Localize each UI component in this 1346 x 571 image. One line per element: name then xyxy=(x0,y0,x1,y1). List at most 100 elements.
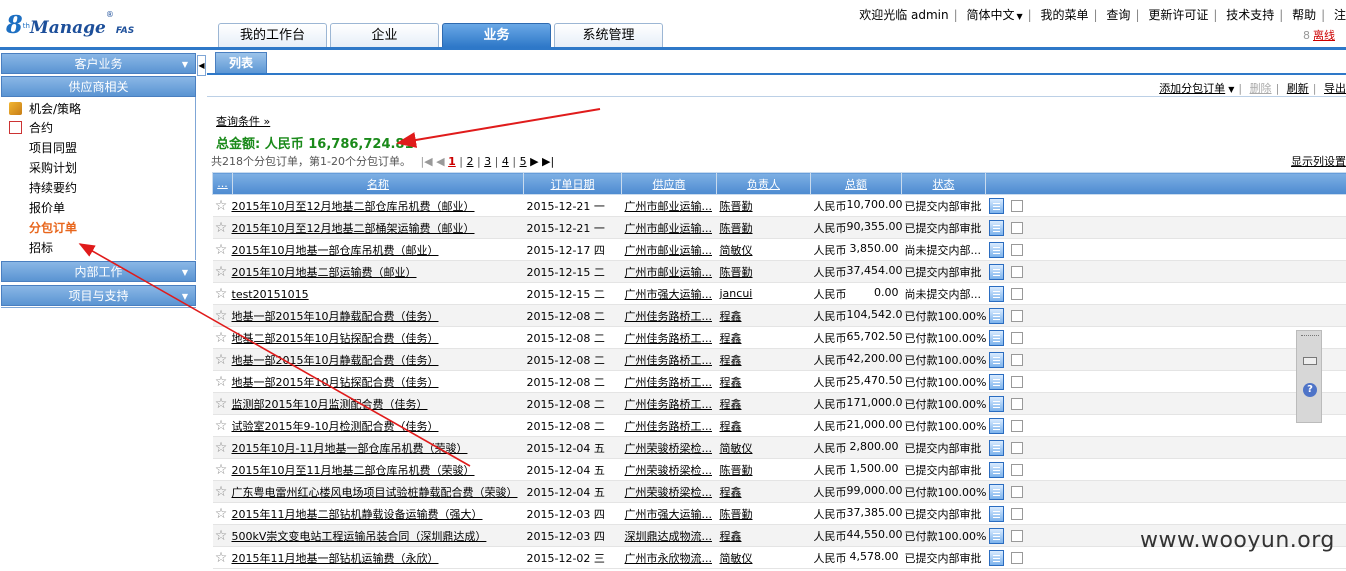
table-row[interactable]: ☆ 2015年10月至12月地基二部桶架运输费（邮业） 2015-12-21 一广州… xyxy=(212,216,1346,239)
row-checkbox[interactable] xyxy=(1010,199,1023,212)
order-name-link[interactable]: 2015年10月至11月地基二部仓库吊机费（荣骏） xyxy=(232,464,475,477)
owner-link[interactable]: 陈晋勤 xyxy=(716,194,811,217)
document-icon[interactable] xyxy=(988,549,1004,566)
sidebar-item-contract[interactable]: 合约 xyxy=(29,119,53,137)
table-row[interactable]: ☆ 2015年10月地基一部仓库吊机费（邮业） 2015-12-17 四广州市邮业运… xyxy=(212,238,1346,261)
supplier-link[interactable]: 广州佳务路桥工... xyxy=(621,348,717,371)
row-checkbox[interactable] xyxy=(1010,463,1023,476)
next-page-icon[interactable]: ▶ xyxy=(530,155,538,168)
chevron-down-icon[interactable]: ▼ xyxy=(1228,85,1234,94)
table-row[interactable]: ☆ 监测部2015年10月监测配合费（佳务） 2015-12-08 二广州佳务路桥工… xyxy=(212,392,1346,415)
document-icon[interactable] xyxy=(988,197,1004,214)
sidebar-item-quotation[interactable]: 报价单 xyxy=(29,199,65,217)
order-name-link[interactable]: 地基二部2015年10月钻探配合费（佳务） xyxy=(232,332,439,345)
supplier-link[interactable]: 广州荣骏桥梁检... xyxy=(621,458,717,481)
supplier-link[interactable]: 广州市邮业运输... xyxy=(621,238,717,261)
sidebar-item-continuous-offer[interactable]: 持续要约 xyxy=(29,179,77,197)
table-row[interactable]: ☆ 2015年10月至11月地基二部仓库吊机费（荣骏） 2015-12-04 五广州… xyxy=(212,458,1346,481)
document-icon[interactable] xyxy=(988,461,1004,478)
order-name-link[interactable]: 2015年11月地基一部钻机运输费（永欣） xyxy=(232,552,439,565)
sidebar-section-customer[interactable]: 客户业务 ▼ xyxy=(1,53,196,74)
col-header-total[interactable]: 总额 xyxy=(810,172,902,195)
table-row[interactable]: ☆ 地基一部2015年10月静载配合费（佳务） 2015-12-08 二广州佳务路桥… xyxy=(212,304,1346,327)
row-checkbox[interactable] xyxy=(1010,529,1023,542)
document-icon[interactable] xyxy=(988,329,1004,346)
row-checkbox[interactable] xyxy=(1010,419,1023,432)
page-5[interactable]: 5 xyxy=(520,155,527,168)
supplier-link[interactable]: 广州市强大运输... xyxy=(621,502,717,525)
row-checkbox[interactable] xyxy=(1010,331,1023,344)
col-header-status[interactable]: 状态 xyxy=(901,172,986,195)
tech-support-link[interactable]: 技术支持 xyxy=(1226,6,1274,23)
language-menu[interactable]: 简体中文 ▼ xyxy=(966,6,1022,23)
star-icon[interactable]: ☆ xyxy=(214,330,229,346)
page-2[interactable]: 2 xyxy=(466,155,473,168)
logout-top-link[interactable]: 注 xyxy=(1334,6,1346,23)
tab-system-admin[interactable]: 系统管理 xyxy=(554,23,663,47)
order-name-link[interactable]: 500kV崇文变电站工程运输吊装合同（深圳鼎达成） xyxy=(232,530,487,543)
owner-link[interactable]: 简敏仪 xyxy=(716,546,811,569)
tab-workbench[interactable]: 我的工作台 xyxy=(218,23,327,47)
owner-link[interactable]: 程鑫 xyxy=(716,480,811,503)
document-icon[interactable] xyxy=(988,527,1004,544)
page-4[interactable]: 4 xyxy=(502,155,509,168)
first-page-icon[interactable]: |◀ xyxy=(420,155,432,168)
page-1[interactable]: 1 xyxy=(448,155,456,168)
offline-link[interactable]: 离线 xyxy=(1313,29,1335,42)
supplier-link[interactable]: 深圳鼎达成物流... xyxy=(621,524,717,547)
star-icon[interactable]: ☆ xyxy=(214,242,229,258)
owner-link[interactable]: 程鑫 xyxy=(716,524,811,547)
order-name-link[interactable]: 2015年10月地基一部仓库吊机费（邮业） xyxy=(232,244,439,257)
document-icon[interactable] xyxy=(988,395,1004,412)
star-icon[interactable]: ☆ xyxy=(214,418,229,434)
document-icon[interactable] xyxy=(988,483,1004,500)
last-page-icon[interactable]: ▶| xyxy=(542,155,554,168)
row-checkbox[interactable] xyxy=(1010,551,1023,564)
table-row[interactable]: ☆ 2015年10月至12月地基二部仓库吊机费（邮业） 2015-12-21 一广州… xyxy=(212,194,1346,217)
owner-link[interactable]: jancui xyxy=(716,282,811,305)
row-checkbox[interactable] xyxy=(1010,243,1023,256)
export-button[interactable]: 导出 xyxy=(1324,82,1346,95)
owner-link[interactable]: 陈晋勤 xyxy=(716,216,811,239)
supplier-link[interactable]: 广州市邮业运输... xyxy=(621,216,717,239)
supplier-link[interactable]: 广州佳务路桥工... xyxy=(621,370,717,393)
help-link[interactable]: 帮助 xyxy=(1292,6,1316,23)
star-icon[interactable]: ☆ xyxy=(214,484,229,500)
star-icon[interactable]: ☆ xyxy=(214,374,229,390)
row-checkbox[interactable] xyxy=(1010,375,1023,388)
order-name-link[interactable]: 2015年10月至12月地基二部仓库吊机费（邮业） xyxy=(232,200,475,213)
row-checkbox[interactable] xyxy=(1010,221,1023,234)
table-row[interactable]: ☆ 2015年10月-11月地基一部仓库吊机费（荣骏） 2015-12-04 五广州… xyxy=(212,436,1346,459)
col-header-name[interactable]: 名称 xyxy=(232,172,524,195)
my-menu-link[interactable]: 我的菜单 xyxy=(1041,6,1089,23)
star-icon[interactable]: ☆ xyxy=(214,264,229,280)
sidebar-section-internal[interactable]: 内部工作 ▼ xyxy=(1,261,196,282)
document-icon[interactable] xyxy=(988,307,1004,324)
tab-business[interactable]: 业务 xyxy=(442,23,551,47)
document-icon[interactable] xyxy=(988,241,1004,258)
supplier-link[interactable]: 广州佳务路桥工... xyxy=(621,392,717,415)
supplier-link[interactable]: 广州市永欣物流... xyxy=(621,546,717,569)
query-conditions-link[interactable]: 查询条件 » xyxy=(216,113,270,129)
page-3[interactable]: 3 xyxy=(484,155,491,168)
row-checkbox[interactable] xyxy=(1010,441,1023,454)
supplier-link[interactable]: 广州佳务路桥工... xyxy=(621,304,717,327)
owner-link[interactable]: 程鑫 xyxy=(716,392,811,415)
document-icon[interactable] xyxy=(988,373,1004,390)
order-name-link[interactable]: 地基一部2015年10月钻探配合费（佳务） xyxy=(232,376,439,389)
floating-toolbox[interactable]: ? xyxy=(1296,330,1322,423)
help-icon[interactable]: ? xyxy=(1303,383,1317,397)
col-header-supplier[interactable]: 供应商 xyxy=(621,172,717,195)
sidebar-item-project-alliance[interactable]: 项目同盟 xyxy=(29,139,77,157)
sidebar-item-opportunity[interactable]: 机会/策略 xyxy=(29,100,81,118)
col-header-date[interactable]: 订单日期 xyxy=(523,172,622,195)
table-row[interactable]: ☆ 2015年11月地基二部钻机静载设备运输费（强大） 2015-12-03 四广州… xyxy=(212,502,1346,525)
owner-link[interactable]: 程鑫 xyxy=(716,304,811,327)
table-row[interactable]: ☆ 地基二部2015年10月钻探配合费（佳务） 2015-12-08 二广州佳务路桥… xyxy=(212,326,1346,349)
star-icon[interactable]: ☆ xyxy=(214,462,229,478)
owner-link[interactable]: 程鑫 xyxy=(716,348,811,371)
star-icon[interactable]: ☆ xyxy=(214,528,229,544)
row-checkbox[interactable] xyxy=(1010,353,1023,366)
supplier-link[interactable]: 广州市邮业运输... xyxy=(621,194,717,217)
owner-link[interactable]: 简敏仪 xyxy=(716,436,811,459)
